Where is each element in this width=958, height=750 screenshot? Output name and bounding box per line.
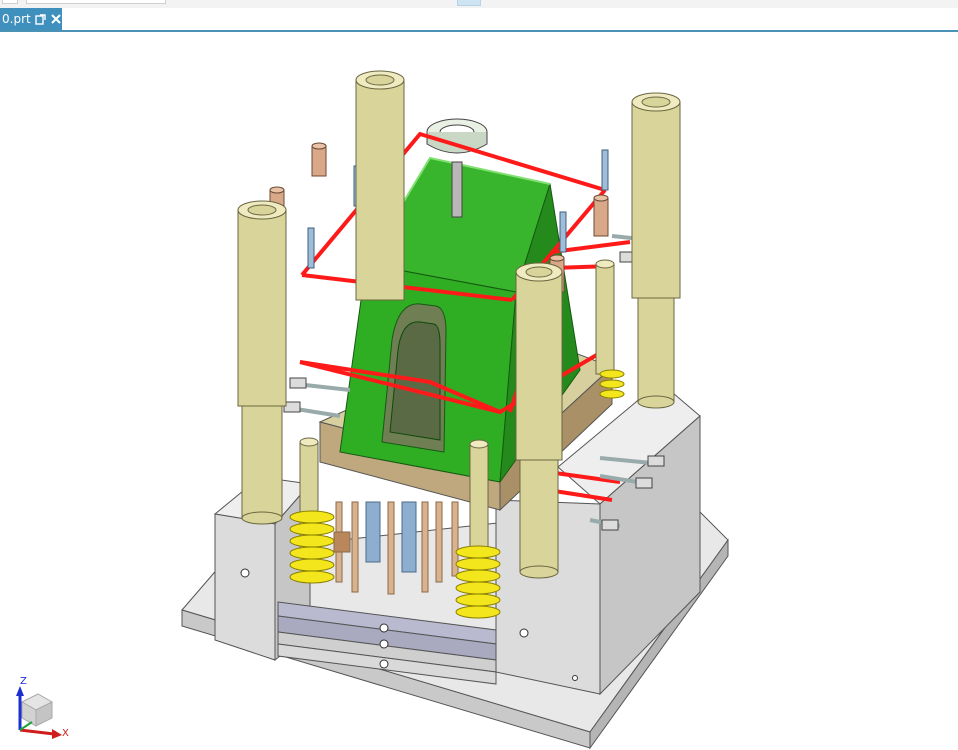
mold-assembly-model xyxy=(181,70,729,750)
toolbar-field[interactable] xyxy=(2,0,18,4)
toolbar-field[interactable] xyxy=(26,0,166,4)
tab-label: 0.prt xyxy=(2,12,31,26)
x-axis-label: X xyxy=(62,728,69,739)
toolbar-selected-item[interactable] xyxy=(457,0,481,6)
3d-viewport[interactable]: Z X xyxy=(0,32,958,750)
view-triad[interactable]: Z X xyxy=(8,676,78,746)
popout-icon[interactable] xyxy=(35,12,47,26)
tab-document[interactable]: 0.prt xyxy=(0,8,62,30)
close-icon[interactable] xyxy=(50,12,62,26)
document-tab-bar: 0.prt xyxy=(0,8,958,32)
z-axis-label: Z xyxy=(20,676,27,687)
